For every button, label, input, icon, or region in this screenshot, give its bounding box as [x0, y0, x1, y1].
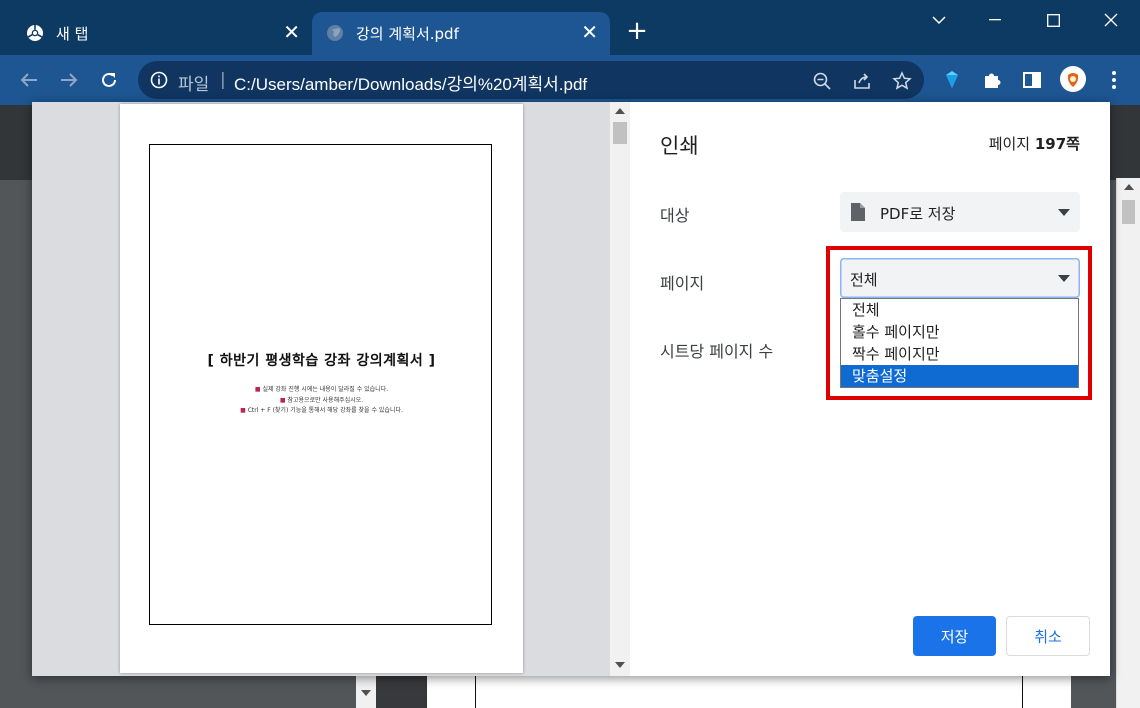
save-button[interactable]: 저장: [913, 616, 996, 656]
highlight-box: [826, 246, 1092, 400]
scroll-down-icon[interactable]: [361, 690, 371, 696]
scroll-up-icon[interactable]: [615, 108, 625, 114]
bullet-icon: ■: [279, 396, 286, 404]
tab-title: 강의 계획서.pdf: [356, 25, 459, 43]
close-icon[interactable]: ✕: [283, 20, 300, 44]
scroll-down-icon[interactable]: [615, 662, 625, 668]
pages-label: 페이지: [660, 274, 705, 293]
pages-per-sheet-label: 시트당 페이지 수: [660, 342, 774, 361]
profile-avatar-icon[interactable]: [1059, 65, 1087, 93]
more-menu-icon[interactable]: [1102, 68, 1126, 92]
tab-new-tab[interactable]: 새 탭 ✕: [12, 12, 312, 55]
destination-value: PDF로 저장: [880, 205, 956, 223]
cancel-button[interactable]: 취소: [1006, 616, 1090, 656]
maximize-button[interactable]: [1030, 6, 1076, 34]
tab-search-button[interactable]: [916, 6, 962, 34]
preview-page: [ 하반기 평생학습 강좌 강의계획서 ] ■ 실제 강좌 진행 시에는 내용이…: [120, 104, 523, 673]
note-line: ■ 실제 강좌 진행 시에는 내용이 달라질 수 있습니다.: [254, 386, 389, 393]
pdf-page-frame: [475, 676, 1023, 708]
window-close-button[interactable]: [1088, 6, 1134, 34]
chrome-icon: [27, 25, 43, 41]
scheme-label: 파일: [178, 75, 210, 95]
info-icon[interactable]: [150, 71, 168, 89]
maximize-icon: [1046, 13, 1060, 27]
address-bar[interactable]: 파일 | C:/Users/amber/Downloads/강의%20계획서.p…: [138, 61, 924, 99]
scroll-thumb[interactable]: [613, 122, 627, 144]
reload-icon: [102, 72, 116, 87]
chevron-down-icon: [1058, 209, 1070, 216]
arrow-left-icon: [20, 73, 37, 87]
reload-button[interactable]: [96, 67, 122, 93]
chevron-down-icon: [932, 16, 946, 25]
share-icon[interactable]: [852, 71, 872, 91]
arrow-right-icon: [61, 73, 78, 87]
print-preview-area: [ 하반기 평생학습 강좌 강의계획서 ] ■ 실제 강좌 진행 시에는 내용이…: [32, 102, 630, 676]
tab-title: 새 탭: [56, 25, 89, 43]
note-line: ■ Ctrl + F (찾기) 기능을 통해서 해당 강좌를 찾을 수 있습니다…: [240, 407, 403, 414]
document-icon: [851, 203, 865, 221]
separator: |: [220, 70, 226, 90]
globe-icon: [327, 25, 343, 41]
bullet-icon: ■: [240, 407, 246, 414]
scroll-up-icon[interactable]: [1124, 184, 1134, 190]
minimize-button[interactable]: [972, 6, 1018, 34]
note-line: ■ 참고용으로만 사용해주십시오.: [279, 396, 364, 404]
destination-label: 대상: [660, 206, 690, 225]
close-icon[interactable]: ✕: [581, 20, 598, 44]
preview-scrollbar[interactable]: [610, 102, 630, 676]
forward-button[interactable]: [56, 67, 82, 93]
viewer-scrollbar[interactable]: [1116, 178, 1140, 708]
url-text[interactable]: C:/Users/amber/Downloads/강의%20계획서.pdf: [234, 70, 587, 95]
bullet-icon: ■: [254, 386, 261, 393]
dialog-title: 인쇄: [660, 134, 699, 158]
minimize-icon: [989, 19, 1001, 21]
thumbnail-scrollbar[interactable]: [356, 676, 376, 708]
close-icon: [1104, 13, 1118, 27]
tab-strip: 새 탭 ✕ 강의 계획서.pdf ✕ +: [0, 0, 1140, 55]
zoom-out-icon[interactable]: [812, 71, 832, 91]
toolbar: 파일 | C:/Users/amber/Downloads/강의%20계획서.p…: [0, 55, 1140, 105]
star-icon[interactable]: [892, 71, 912, 91]
viewer-gutter: [376, 676, 426, 708]
back-button[interactable]: [16, 67, 42, 93]
destination-select[interactable]: PDF로 저장: [840, 192, 1080, 232]
side-panel-icon[interactable]: [1020, 68, 1044, 92]
preview-page-frame: [ 하반기 평생학습 강좌 강의계획서 ] ■ 실제 강좌 진행 시에는 내용이…: [149, 144, 492, 625]
puzzle-icon[interactable]: [980, 68, 1004, 92]
tab-pdf[interactable]: 강의 계획서.pdf ✕: [312, 12, 610, 55]
new-tab-button[interactable]: +: [624, 18, 650, 44]
document-title: [ 하반기 평생학습 강좌 강의계획서 ]: [207, 353, 436, 369]
pdf-page-background: [426, 676, 1071, 708]
document-notes: ■ 실제 강좌 진행 시에는 내용이 달라질 수 있습니다. ■ 참고용으로만 …: [150, 385, 493, 417]
page-count: 페이지 197쪽: [988, 135, 1080, 153]
diamond-extension-icon[interactable]: [940, 68, 964, 92]
scroll-thumb[interactable]: [1122, 200, 1135, 224]
